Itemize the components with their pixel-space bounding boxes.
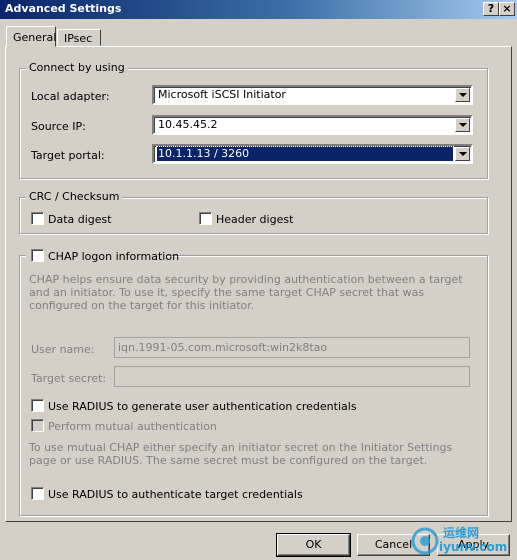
local-adapter-value: Microsoft iSCSI Initiator <box>158 88 286 101</box>
target-portal-select[interactable]: 10.1.1.13 / 3260 <box>152 144 473 164</box>
mutual-auth-checkbox[interactable] <box>31 419 44 432</box>
data-digest-label[interactable]: Data digest <box>48 213 112 226</box>
chap-logon-checkbox[interactable] <box>31 249 44 262</box>
use-radius-user-label[interactable]: Use RADIUS to generate user authenticati… <box>48 400 357 413</box>
user-name-input[interactable]: iqn.1991-05.com.microsoft:win2k8tao <box>114 337 470 358</box>
watermark-url-text: iyunv.com <box>439 540 508 554</box>
target-portal-label: Target portal: <box>31 149 105 162</box>
watermark: 运维网 iyunv.com <box>411 526 511 556</box>
tab-ipsec[interactable]: IPsec <box>57 29 101 46</box>
advanced-settings-dialog: Advanced Settings ? × General IPsec Conn… <box>0 0 517 560</box>
chevron-down-icon[interactable] <box>455 147 470 161</box>
local-adapter-select[interactable]: Microsoft iSCSI Initiator <box>152 85 473 105</box>
chap-description: CHAP helps ensure data security by provi… <box>29 273 463 312</box>
source-ip-value: 10.45.45.2 <box>158 118 218 131</box>
mutual-auth-label[interactable]: Perform mutual authentication <box>48 420 217 433</box>
chevron-down-icon[interactable] <box>455 118 470 132</box>
use-radius-user-checkbox[interactable] <box>31 399 44 412</box>
watermark-cn-text: 运维网 <box>443 526 480 540</box>
tab-general[interactable]: General <box>6 26 56 47</box>
header-digest-checkbox[interactable] <box>199 212 212 225</box>
source-ip-select[interactable]: 10.45.45.2 <box>152 115 473 135</box>
general-tab-panel: Connect by using Local adapter: Microsof… <box>5 46 512 522</box>
mutual-chap-description: To use mutual CHAP either specify an ini… <box>29 441 453 467</box>
chevron-down-icon[interactable] <box>455 88 470 102</box>
local-adapter-label: Local adapter: <box>31 90 110 103</box>
header-digest-label[interactable]: Header digest <box>216 213 293 226</box>
source-ip-label: Source IP: <box>31 120 86 133</box>
target-portal-value: 10.1.1.13 / 3260 <box>156 146 454 162</box>
title-bar: Advanced Settings ? × <box>0 0 517 19</box>
connect-group-title: Connect by using <box>26 61 128 74</box>
target-secret-input[interactable] <box>114 366 470 387</box>
use-radius-target-checkbox[interactable] <box>31 487 44 500</box>
crc-group-title: CRC / Checksum <box>26 190 123 203</box>
close-button[interactable]: × <box>499 2 515 16</box>
ok-button[interactable]: OK <box>276 533 351 557</box>
user-name-label: User name: <box>31 343 95 356</box>
help-button[interactable]: ? <box>483 2 499 16</box>
use-radius-target-label[interactable]: Use RADIUS to authenticate target creden… <box>48 488 303 501</box>
target-secret-label: Target secret: <box>31 372 107 385</box>
window-title: Advanced Settings <box>5 2 122 15</box>
data-digest-checkbox[interactable] <box>31 212 44 225</box>
chap-logon-label[interactable]: CHAP logon information <box>48 250 179 263</box>
